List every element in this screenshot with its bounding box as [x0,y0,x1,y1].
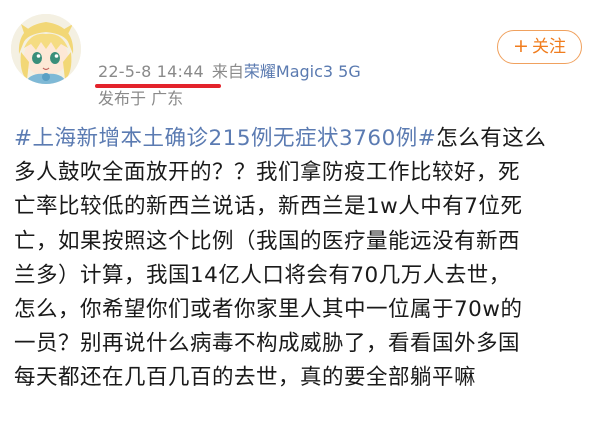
body-line: 怎么，你希望你们或者你家里人其中一位属于70w的 [14,297,523,323]
plus-icon: + [513,35,529,57]
device-link[interactable]: 荣耀Magic3 5G [244,62,361,81]
body-line: 兰多）计算，我国14亿人口将会有70几万人去世， [14,262,511,288]
post-meta: 22-5-8 14:44 来自荣耀Magic3 5G [98,61,361,83]
follow-button[interactable]: + 关注 [497,30,582,64]
body-line: 亡，如果按照这个比例（我国的医疗量能远没有新西 [14,228,521,254]
avatar[interactable] [11,14,81,84]
body-line: 每天都还在几百几百的去世，真的要全部躺平嘛 [14,365,477,391]
body-line: 一员？别再说什么病毒不构成威胁了，看看国外多国 [14,331,521,357]
anime-avatar-image [11,14,81,84]
post-timestamp: 22-5-8 14:44 [98,62,204,81]
post-body: #上海新增本土确诊215例无症状3760例#怎么有这么 多人鼓吹全面放开的？？我… [14,122,594,396]
source-prefix: 来自 [211,62,244,81]
follow-label: 关注 [531,37,566,57]
topic-hashtag-link[interactable]: #上海新增本土确诊215例无症状3760例# [14,126,436,151]
body-text: 怎么有这么 [436,126,547,151]
weibo-post: 22-5-8 14:44 来自荣耀Magic3 5G 发布于 广东 + 关注 #上海… [0,0,603,424]
body-line: 多人鼓吹全面放开的？？我们拿防疫工作比较好，死 [14,160,521,186]
body-line: #上海新增本土确诊215例无症状3760例#怎么有这么 [14,122,594,156]
post-location: 发布于 广东 [98,89,184,108]
body-line: 亡率比较低的新西兰说话，新西兰是1w人中有7位死 [14,194,523,220]
